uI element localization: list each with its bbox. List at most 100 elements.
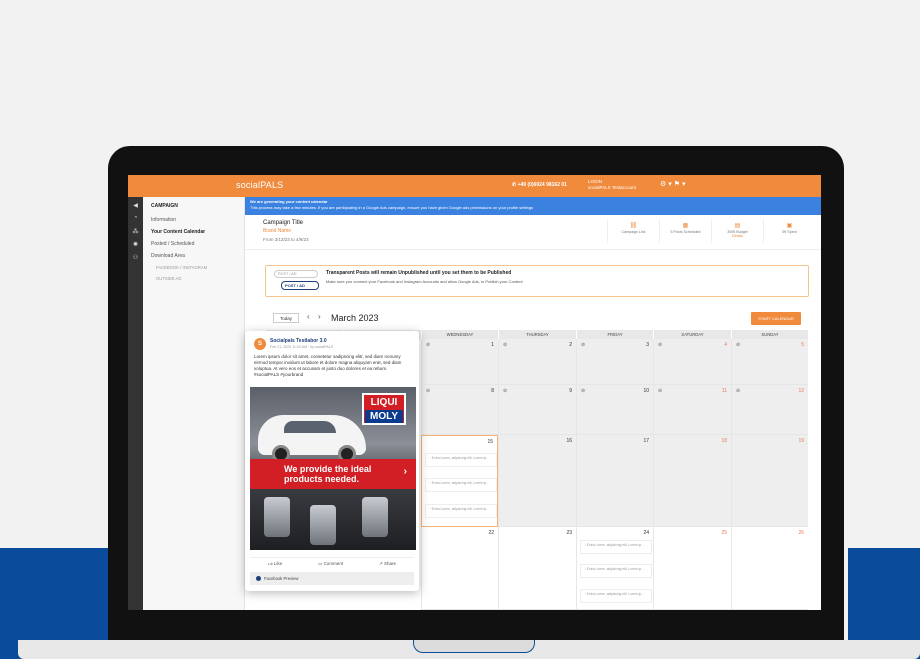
top-icons: ⚙ ▾ ⚑ ▾	[660, 180, 685, 188]
no-entry-icon: ⊘	[581, 342, 586, 348]
chevron-down-icon[interactable]: ▾	[682, 181, 686, 188]
lightbulb-icon[interactable]: ✺	[128, 241, 143, 249]
day-cell[interactable]: 24 ◔ Extra Lorem, adipiscing elit, Lorem…	[576, 527, 653, 610]
laptop-notch	[413, 640, 535, 653]
day-cell[interactable]: 25	[653, 527, 731, 610]
month-title: March 2023	[331, 313, 379, 323]
users-icon[interactable]: ⚇	[128, 254, 143, 262]
icon-rail: ◀ ◔ ⁂ ✺ ⚇	[128, 197, 143, 610]
phone-number[interactable]: ✆ +49 (0)6924 98162 01	[512, 182, 567, 188]
campaign-title: Campaign Title	[263, 220, 304, 226]
no-entry-icon: ⊘	[426, 342, 431, 348]
no-entry-icon: ⊘	[503, 342, 508, 348]
marketing-stage: socialPALS ✆ +49 (0)6924 98162 01 LOGIN s…	[0, 0, 920, 659]
day-cell[interactable]: 18	[653, 435, 731, 527]
day-cell[interactable]: ⊘ 8	[421, 385, 498, 435]
start-calendar-button[interactable]: START CALENDAR	[751, 312, 801, 325]
sidebar-item-posted-scheduled[interactable]: Posted / Scheduled	[143, 238, 244, 250]
campaign-sidebar: CAMPAIGN Information Your Content Calend…	[143, 197, 245, 610]
app-logo[interactable]: socialPALS	[236, 180, 283, 190]
day-cell[interactable]: ⊘ 2	[498, 339, 576, 385]
account-menu[interactable]: LOGIN socialPALS Testaccount	[588, 179, 636, 191]
sidebar-subitem-outside-ad[interactable]: OUTSIDE AD	[143, 273, 244, 284]
stat-campaign-link[interactable]: ⛓ Campaign Link	[607, 219, 659, 243]
calendar-event[interactable]: ◔ Extra Lorem, adipiscing elit, Lorem ip…	[425, 504, 497, 518]
calendar-event[interactable]: ◔ Extra Lorem, adipiscing elit, Lorem ip…	[580, 540, 652, 554]
share-button[interactable]: ↗ Share	[379, 561, 396, 569]
no-entry-icon: ⊘	[581, 388, 586, 394]
calendar-event[interactable]: ◔ Extra Lorem, adipiscing elit, Lorem ip…	[580, 589, 652, 603]
like-button[interactable]: 👍︎ Like	[268, 561, 282, 569]
megaphone-icon[interactable]: ◀	[128, 202, 143, 210]
day-cell[interactable]: ⊘ 3	[576, 339, 653, 385]
campaign-dates: From 3/13/23 to 4/9/23	[263, 237, 309, 242]
piston-shape	[264, 497, 290, 537]
calendar-event[interactable]: ◔ Extra Lorem, adipiscing elit, Lorem ip…	[580, 564, 652, 578]
sidebar-item-download-area[interactable]: Download Area	[143, 250, 244, 262]
day-header-saturday: SATURDAY	[653, 330, 731, 339]
day-cell[interactable]: ⊘ 5	[731, 339, 808, 385]
calendar-event[interactable]: ◔ Extra Lorem, adipiscing elit, Lorem ip…	[425, 478, 497, 492]
no-entry-icon: ⊘	[736, 342, 741, 348]
post-actions: 👍︎ Like ▭ Comment ↗ Share	[250, 557, 414, 569]
comment-button[interactable]: ▭ Comment	[318, 561, 343, 569]
notice-text: Make sure you connect your Facebook and …	[326, 279, 523, 284]
sidebar-heading: CAMPAIGN	[151, 203, 178, 209]
post-image: LIQUI MOLY We provide the ideal products …	[250, 387, 416, 550]
day-cell[interactable]: ⊘ 12	[731, 385, 808, 435]
stat-spent: ▣ 0€ Spent	[763, 219, 815, 243]
notice-title: Transparent Posts will remain Unpublishe…	[326, 270, 512, 276]
day-cell[interactable]: 23	[498, 527, 576, 610]
chevron-left-icon[interactable]: ‹	[307, 312, 310, 321]
no-entry-icon: ⊘	[426, 388, 431, 394]
day-cell[interactable]: 26	[731, 527, 808, 610]
sidebar-subitem-facebook-instagram[interactable]: FACEBOOK / INSTAGRAM	[143, 262, 244, 273]
day-header-wednesday: WEDNESDAY	[421, 330, 498, 339]
banner-text: This process may take a few minutes. If …	[250, 205, 534, 210]
post-meta: Feb 21, 2023 11:20 AM · by socialPALS	[270, 345, 334, 349]
liqui-moly-logo: LIQUI MOLY	[362, 393, 406, 425]
settings-icon[interactable]: ⚙	[660, 181, 666, 188]
day-cell[interactable]: 17	[576, 435, 653, 527]
day-header-friday: FRIDAY	[576, 330, 653, 339]
day-cell[interactable]: 16	[498, 435, 576, 527]
stat-posts-scheduled: ▦ 5 Posts Scheduled	[659, 219, 711, 243]
chevron-right-icon[interactable]: ›	[318, 312, 321, 321]
brand-name: Brand Name	[263, 228, 292, 234]
language-flag-icon[interactable]: ⚑	[674, 181, 680, 188]
wallet-icon: ▣	[786, 223, 793, 229]
clock-icon[interactable]: ◔	[128, 215, 143, 223]
day-cell[interactable]: ⊘ 11	[653, 385, 731, 435]
calendar-event[interactable]: ◔ Extra Lorem, adipiscing elit, Lorem ip…	[425, 453, 497, 467]
piston-shape	[362, 497, 388, 537]
post-text: Lorem ipsum dolor sit amet, consetetur s…	[254, 354, 402, 377]
day-cell[interactable]: ⊘ 10	[576, 385, 653, 435]
chevron-down-icon[interactable]: ▾	[668, 181, 672, 188]
today-button[interactable]: Today	[273, 313, 299, 323]
sidebar-item-content-calendar[interactable]: Your Content Calendar	[143, 226, 244, 238]
post-ad-toggle-inactive[interactable]: POST / AD	[274, 270, 318, 278]
calendar-icon: ▦	[682, 223, 689, 229]
day-cell[interactable]: 22	[421, 527, 498, 610]
publish-notice: POST / AD POST / AD Transparent Posts wi…	[265, 265, 809, 297]
share-icon[interactable]: ⁂	[128, 228, 143, 236]
campaign-header: Campaign Title Brand Name From 3/13/23 t…	[245, 215, 821, 250]
post-ad-toggle-active[interactable]: POST / AD	[281, 281, 319, 290]
sidebar-item-information[interactable]: Information	[143, 214, 244, 226]
chevron-right-icon: ›	[403, 466, 407, 477]
budget-icon: ▤	[734, 223, 741, 229]
day-cell[interactable]: ⊘ 1	[421, 339, 498, 385]
day-cell-selected[interactable]: 15 ◔ Extra Lorem, adipiscing elit, Lorem…	[421, 435, 498, 527]
stat-budget[interactable]: ▤ 300€ Budget Details	[711, 219, 763, 243]
day-cell[interactable]: ⊘ 9	[498, 385, 576, 435]
day-cell[interactable]: 19	[731, 435, 808, 527]
day-header-sunday: SUNDAY	[731, 330, 808, 339]
facebook-post-preview: S Socialpals Testlabor 3.0 Feb 21, 2023 …	[245, 331, 419, 591]
post-page-name[interactable]: Socialpals Testlabor 3.0	[270, 338, 327, 344]
info-banner: We are generating your content calendar …	[245, 197, 821, 215]
link-icon: ⛓	[629, 223, 638, 229]
no-entry-icon: ⊘	[736, 388, 741, 394]
promo-banner: We provide the ideal products needed. ›	[250, 459, 416, 489]
piston-shape	[310, 505, 336, 545]
day-cell[interactable]: ⊘ 4	[653, 339, 731, 385]
